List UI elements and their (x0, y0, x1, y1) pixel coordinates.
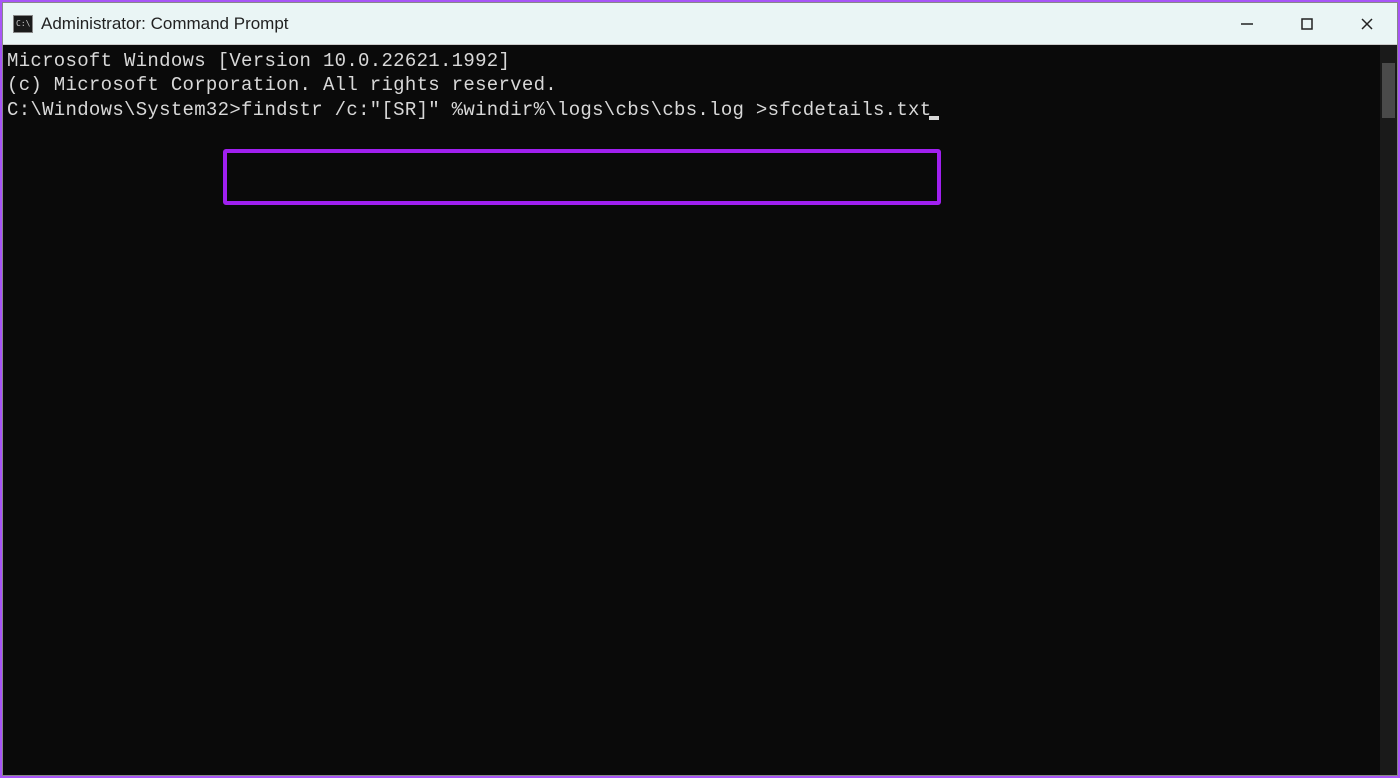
terminal-content[interactable]: Microsoft Windows [Version 10.0.22621.19… (3, 45, 1397, 775)
maximize-button[interactable] (1277, 3, 1337, 44)
cmd-icon-text: C:\ (16, 20, 30, 28)
prompt-text: C:\Windows\System32> (7, 99, 241, 121)
scrollbar[interactable] (1380, 45, 1397, 775)
cmd-icon: C:\ (13, 15, 33, 33)
maximize-icon (1300, 17, 1314, 31)
titlebar[interactable]: C:\ Administrator: Command Prompt (3, 3, 1397, 45)
close-button[interactable] (1337, 3, 1397, 44)
titlebar-left: C:\ Administrator: Command Prompt (3, 14, 289, 34)
minimize-button[interactable] (1217, 3, 1277, 44)
highlight-annotation (223, 149, 941, 205)
command-text: findstr /c:"[SR]" %windir%\logs\cbs\cbs.… (241, 99, 931, 121)
cursor (929, 116, 939, 120)
version-line: Microsoft Windows [Version 10.0.22621.19… (7, 49, 1393, 73)
copyright-line: (c) Microsoft Corporation. All rights re… (7, 73, 1393, 97)
close-icon (1360, 17, 1374, 31)
command-line: C:\Windows\System32>findstr /c:"[SR]" %w… (7, 98, 1393, 122)
minimize-icon (1240, 17, 1254, 31)
scrollbar-thumb[interactable] (1382, 63, 1395, 118)
command-prompt-window: C:\ Administrator: Command Prompt Micros… (2, 2, 1398, 776)
window-title: Administrator: Command Prompt (41, 14, 289, 34)
window-controls (1217, 3, 1397, 44)
